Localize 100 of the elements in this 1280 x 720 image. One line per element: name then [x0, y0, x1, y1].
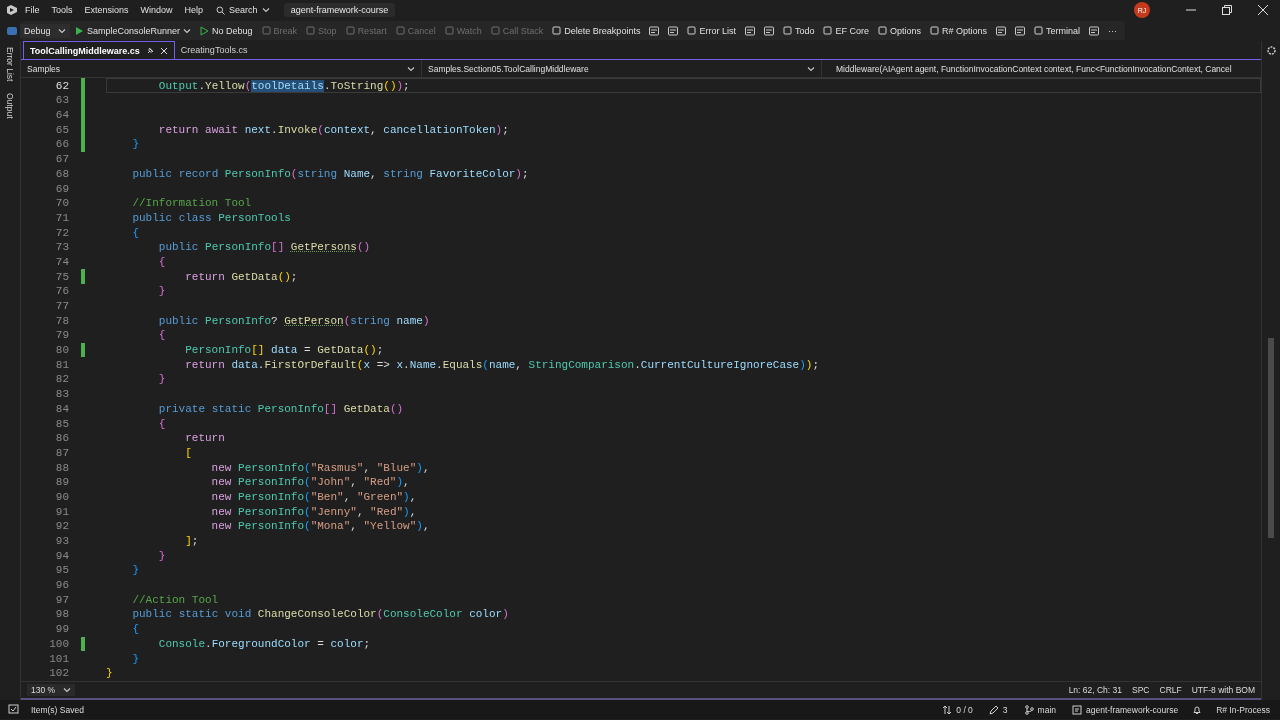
code-line: }: [131, 564, 139, 577]
code-line: }: [157, 373, 166, 386]
toolbar-icon[interactable]: [1014, 24, 1026, 37]
zoom-dropdown[interactable]: 130 %: [27, 683, 76, 696]
code-line: PersonInfo[] data = GetData();: [184, 344, 384, 357]
code-line: public class PersonTools: [131, 211, 291, 224]
chevron-icon: [261, 6, 270, 14]
cursor-position[interactable]: Ln: 62, Ch: 31: [1068, 684, 1123, 695]
saved-icon: [8, 704, 19, 715]
toolbar-button[interactable]: Options: [873, 23, 925, 38]
chevron-icon: [58, 26, 66, 35]
toolbar-icon[interactable]: [648, 24, 661, 37]
more-button[interactable]: ···: [1104, 23, 1122, 38]
line-number: 102: [48, 667, 70, 680]
line-number: 64: [54, 109, 70, 122]
tool-icon: [782, 26, 792, 35]
side-panel-tab[interactable]: Error List: [5, 45, 15, 84]
code-line: {: [131, 623, 139, 636]
line-number: 100: [48, 637, 70, 650]
toolbar-button[interactable]: EF Core: [819, 23, 873, 38]
code-line: ];: [184, 535, 199, 548]
restore-button[interactable]: [1222, 5, 1232, 15]
line-number: 69: [54, 182, 70, 195]
code-line: Output.Yellow(toolDetails.ToString());: [157, 79, 410, 92]
menu-item[interactable]: Tools: [46, 3, 78, 17]
menu-item[interactable]: Window: [135, 3, 178, 17]
pin-icon[interactable]: [145, 46, 154, 55]
toolbar-icon[interactable]: [667, 24, 680, 37]
project-dropdown[interactable]: Samples: [21, 60, 421, 78]
line-number: 90: [54, 490, 70, 503]
close-button[interactable]: [1258, 5, 1268, 15]
toolbar-icon[interactable]: [995, 24, 1007, 37]
menu-item[interactable]: Help: [179, 3, 209, 17]
encoding-status[interactable]: UTF-8 with BOM: [1191, 684, 1255, 695]
status-message: Item(s) Saved: [31, 704, 84, 715]
menu-item[interactable]: File: [20, 3, 45, 17]
start-without-debugging-button[interactable]: No Debug: [196, 23, 257, 38]
notification-icon[interactable]: [1192, 704, 1203, 715]
toolbar-icon[interactable]: [762, 24, 775, 37]
code-line: //Information Tool: [131, 197, 252, 210]
line-number: 94: [54, 549, 70, 562]
file-tab[interactable]: ToolCallingMiddleware.cs: [23, 41, 175, 60]
line-number: 92: [54, 520, 70, 533]
member-dropdown[interactable]: Middleware(AIAgent agent, FunctionInvocationContext context, Func<FunctionInvocationContext, Cancel: [821, 60, 1261, 78]
line-number: 82: [54, 373, 70, 386]
code-line: return GetData();: [184, 270, 298, 283]
code-line: new PersonInfo("Mona", "Yellow"),: [210, 520, 430, 533]
chevron-icon: [63, 685, 72, 694]
file-tab[interactable]: CreatingTools.cs: [174, 41, 254, 60]
changes-status[interactable]: 3: [986, 704, 1010, 715]
line-number: 81: [54, 358, 70, 371]
repository-status[interactable]: agent-framework-course: [1070, 704, 1181, 715]
side-panel-tab[interactable]: Output: [5, 91, 15, 121]
toolbar-button[interactable]: Terminal: [1030, 23, 1085, 38]
resharper-status[interactable]: R# In-Process: [1214, 704, 1272, 715]
branch-status[interactable]: main: [1021, 704, 1058, 715]
toolbar-button[interactable]: Error List: [683, 23, 740, 38]
code-line: }: [106, 667, 113, 680]
tool-icon: [261, 26, 271, 35]
indentation-status[interactable]: SPC: [1132, 684, 1150, 695]
line-number: 74: [54, 255, 70, 268]
tool-icon: [930, 26, 939, 35]
configuration-dropdown[interactable]: Debug: [20, 23, 70, 38]
line-number: 85: [54, 417, 70, 430]
sync-status[interactable]: 0 / 0: [940, 704, 975, 715]
tool-icon: [395, 26, 405, 35]
start-button[interactable]: SampleConsoleRunner: [71, 23, 196, 38]
code-line: public record PersonInfo(string Name, string FavoriteColor);: [131, 167, 529, 180]
line-number: 88: [54, 461, 70, 474]
tool-icon: [490, 26, 500, 35]
branch-icon: [1023, 704, 1034, 715]
code-line: }: [131, 652, 139, 665]
menu-item[interactable]: Extensions: [79, 3, 134, 17]
search-button[interactable]: Search: [210, 3, 276, 17]
line-number: 80: [54, 344, 70, 357]
line-number: 66: [54, 138, 70, 151]
line-number: 71: [54, 211, 70, 224]
line-endings-status[interactable]: CRLF: [1159, 684, 1182, 695]
toolbar-icon[interactable]: [1088, 24, 1101, 37]
toolbar-button[interactable]: Delete Breakpoints: [548, 23, 645, 38]
chevron-icon: [183, 26, 192, 35]
close-icon[interactable]: [159, 46, 168, 55]
code-line: return await next.Invoke(context, cancellationToken);: [157, 123, 509, 136]
code-line: }: [157, 285, 166, 298]
play-icon: [200, 25, 210, 36]
code-line: return data.FirstOrDefault(x => x.Name.Equals(name, StringComparison.CurrentCultureIgnoreCase));: [184, 358, 820, 371]
toolbar-button[interactable]: R# Options: [926, 23, 991, 38]
line-number: 76: [54, 285, 70, 298]
app-logo-icon[interactable]: [6, 4, 18, 16]
search-icon: [216, 5, 226, 15]
debug-icon[interactable]: [6, 24, 18, 37]
line-number: 79: [54, 329, 70, 342]
toolbar-icon[interactable]: [743, 24, 756, 37]
type-dropdown[interactable]: Samples.Section05.ToolCallingMiddleware: [421, 60, 821, 78]
line-number: 84: [54, 402, 70, 415]
line-number: 98: [54, 608, 70, 621]
code-line: new PersonInfo("Jenny", "Red"),: [210, 505, 417, 518]
toolbar-button[interactable]: Todo: [778, 23, 819, 38]
code-line: Console.ForegroundColor = color;: [157, 637, 371, 650]
code-line: {: [157, 255, 166, 268]
